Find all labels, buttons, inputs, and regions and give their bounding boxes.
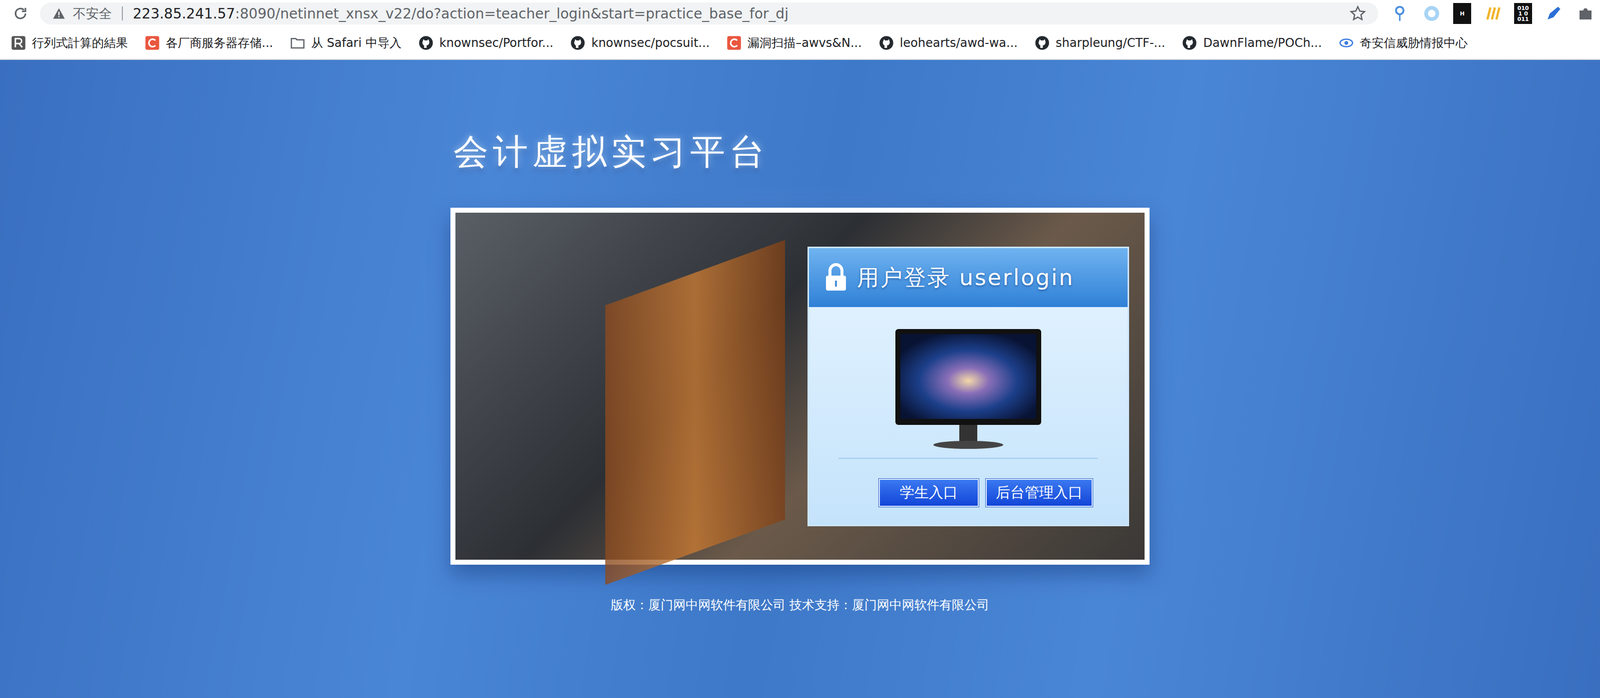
banner-frame: 用户登录 userlogin 学生入口后台管理入口 (450, 207, 1150, 565)
monitor-icon (893, 327, 1044, 452)
ring-icon (1422, 4, 1441, 23)
security-label[interactable]: 不安全 (72, 4, 112, 23)
github-icon (418, 35, 434, 51)
extension-button[interactable] (1575, 2, 1597, 24)
page-title: 会计虚拟实习平台 (450, 128, 1150, 176)
extension-button[interactable] (1389, 2, 1411, 24)
bookmark-label: knownsec/pocsuit... (591, 35, 710, 50)
bookmark[interactable]: 奇安信威胁情报中心 (1338, 34, 1468, 51)
github-icon (1182, 35, 1198, 51)
bookmark-label: 各厂商服务器存储... (165, 34, 274, 51)
browser-window: 不安全 223.85.241.57:8090/netinnet_xnsx_v22… (0, 0, 1600, 698)
extension-label: 0101 0011 (1515, 3, 1531, 24)
entry-button[interactable]: 后台管理入口 (985, 478, 1093, 507)
puzzle-icon (1576, 4, 1595, 23)
bookmark[interactable]: 行列式計算的結果 (10, 34, 128, 51)
reception-wall (605, 239, 786, 585)
extension-label: H (1454, 5, 1470, 22)
entry-button[interactable]: 学生入口 (878, 478, 979, 507)
office-photo: 用户登录 userlogin 学生入口后台管理入口 (455, 212, 1145, 560)
bookmark-label: knownsec/Portfor... (439, 35, 554, 50)
bookmarks-bar: 行列式計算的結果 各厂商服务器存储... 从 Safari 中导入 knowns… (0, 26, 1600, 60)
login-heading: 用户登录 userlogin (856, 263, 1075, 293)
button-row: 学生入口后台管理入口 (808, 478, 1128, 507)
bookmark-label: sharpleung/CTF-... (1055, 35, 1166, 50)
bookmark[interactable]: 漏洞扫描–awvs&N... (726, 34, 862, 51)
r-logo-icon (10, 35, 26, 51)
login-panel: 用户登录 userlogin 学生入口后台管理入口 (807, 246, 1130, 527)
warning-icon (51, 6, 66, 21)
bookmark[interactable]: DawnFlame/POCh... (1182, 35, 1322, 51)
login-header: 用户登录 userlogin (808, 248, 1128, 308)
address-bar[interactable]: 不安全 223.85.241.57:8090/netinnet_xnsx_v22… (39, 2, 1379, 25)
stripes-icon (1483, 4, 1502, 23)
bookmark-label: 漏洞扫描–awvs&N... (747, 34, 862, 51)
reload-icon[interactable] (11, 4, 29, 22)
pin-icon (1390, 4, 1409, 23)
divider (121, 6, 123, 21)
github-icon (1034, 35, 1050, 51)
extension-button[interactable]: 0101 0011 (1514, 2, 1533, 24)
copyright-footer: 版权：厦门网中网软件有限公司 技术支持：厦门网中网软件有限公司 (450, 596, 1150, 614)
url-text[interactable]: 223.85.241.57:8090/netinnet_xnsx_v22/do?… (132, 5, 1343, 22)
github-icon (570, 35, 586, 51)
lock-icon (823, 262, 848, 293)
extension-button[interactable] (1421, 2, 1443, 24)
bookmark[interactable]: knownsec/pocsuit... (570, 35, 710, 51)
bookmark-label: 从 Safari 中导入 (311, 34, 402, 51)
github-icon (878, 35, 894, 51)
extension-button[interactable] (1482, 2, 1504, 24)
extensions: H 0101 0011 (1389, 2, 1597, 24)
bookmark[interactable]: 各厂商服务器存储... (144, 34, 274, 51)
bookmark-label: 奇安信威胁情报中心 (1359, 34, 1468, 51)
eye-logo-icon (1338, 35, 1354, 51)
extension-button[interactable]: H (1453, 2, 1472, 24)
separator (838, 457, 1099, 459)
toolbar: 不安全 223.85.241.57:8090/netinnet_xnsx_v22… (0, 0, 1600, 27)
bookmark[interactable]: 从 Safari 中导入 (290, 34, 402, 51)
bookmark-label: DawnFlame/POCh... (1202, 35, 1322, 50)
star-icon[interactable] (1349, 4, 1367, 22)
folder-icon (290, 35, 306, 51)
login-body: 学生入口后台管理入口 (808, 307, 1128, 525)
bookmark[interactable]: knownsec/Portfor... (418, 35, 554, 51)
bookmark-label: leohearts/awd-wa... (899, 35, 1018, 50)
bookmark[interactable]: leohearts/awd-wa... (878, 35, 1018, 51)
login-page: 会计虚拟实习平台 用户登录 userlogin 学生入口后台管理入口 版权：厦门… (0, 59, 1600, 698)
bookmark[interactable]: sharpleung/CTF-... (1034, 35, 1166, 51)
c-logo-icon (726, 35, 742, 51)
extension-button[interactable] (1543, 2, 1565, 24)
pen-icon (1544, 4, 1563, 23)
bookmark-label: 行列式計算的結果 (31, 34, 128, 51)
c-logo-icon (144, 35, 160, 51)
